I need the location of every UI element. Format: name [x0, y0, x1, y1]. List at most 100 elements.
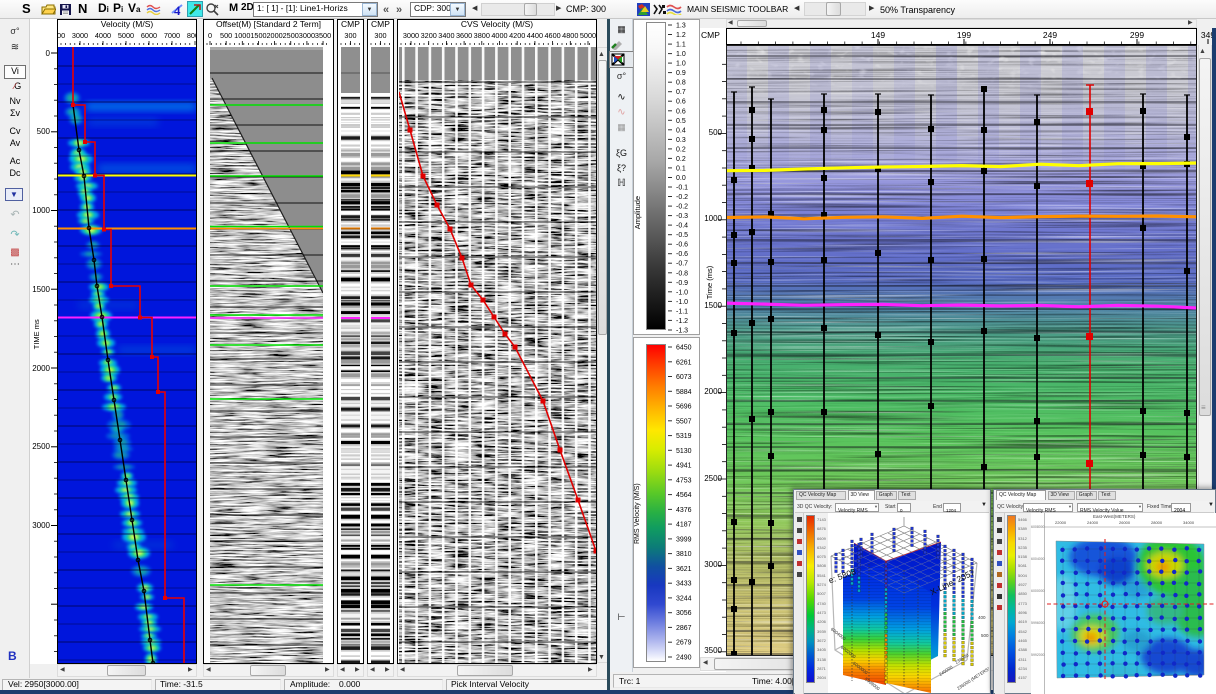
svg-text:5319: 5319 — [676, 433, 692, 440]
svg-text:4400: 4400 — [527, 31, 543, 40]
svg-text:5007: 5007 — [817, 591, 827, 596]
svg-text:5158: 5158 — [1018, 554, 1028, 559]
svg-text:4696: 4696 — [1018, 610, 1028, 615]
svg-text:1.0: 1.0 — [676, 51, 686, 58]
svg-text:2000: 2000 — [266, 31, 282, 40]
svg-text:4000: 4000 — [95, 31, 111, 40]
svg-text:-0.9: -0.9 — [676, 280, 688, 287]
svg-text:3939: 3939 — [817, 629, 827, 634]
svg-text:0.1: 0.1 — [676, 165, 686, 172]
svg-text:4619: 4619 — [1018, 619, 1028, 624]
svg-text:5274: 5274 — [817, 582, 827, 587]
svg-text:4564: 4564 — [676, 492, 692, 499]
svg-text:4311: 4311 — [1018, 657, 1027, 662]
svg-text:0.7: 0.7 — [676, 89, 686, 96]
svg-text:3433: 3433 — [676, 581, 692, 588]
svg-text:5312: 5312 — [1018, 536, 1028, 541]
svg-text:5808: 5808 — [817, 563, 827, 568]
svg-text:4388: 4388 — [1018, 647, 1028, 652]
svg-text:0.4: 0.4 — [676, 127, 686, 134]
svg-text:4465: 4465 — [1018, 638, 1028, 643]
svg-text:1000: 1000 — [234, 31, 250, 40]
svg-text:199: 199 — [957, 30, 971, 40]
svg-text:4600: 4600 — [544, 31, 560, 40]
svg-text:0.2: 0.2 — [676, 156, 686, 163]
svg-text:236000 (METERS): 236000 (METERS) — [956, 666, 989, 691]
svg-text:3600: 3600 — [456, 31, 472, 40]
svg-text:2867: 2867 — [676, 625, 692, 632]
svg-text:3000: 3000 — [299, 31, 315, 40]
svg-text:4234: 4234 — [1018, 666, 1028, 671]
svg-text:5696: 5696 — [676, 404, 692, 411]
svg-text:-1.2: -1.2 — [676, 318, 688, 325]
svg-text:6000: 6000 — [141, 31, 157, 40]
svg-text:0.2: 0.2 — [676, 146, 686, 153]
svg-text:2000: 2000 — [57, 31, 65, 40]
svg-text:1500: 1500 — [250, 31, 266, 40]
svg-text:3000: 3000 — [403, 31, 419, 40]
svg-text:2679: 2679 — [676, 640, 692, 647]
svg-text:-0.8: -0.8 — [676, 270, 688, 277]
svg-text:500: 500 — [981, 633, 989, 638]
svg-text:-0.6: -0.6 — [676, 251, 688, 258]
svg-text:4800: 4800 — [562, 31, 578, 40]
svg-text:-1.3: -1.3 — [676, 328, 688, 335]
svg-text:3672: 3672 — [817, 638, 827, 643]
svg-text:-0.3: -0.3 — [676, 213, 688, 220]
svg-text:1.2: 1.2 — [676, 32, 686, 39]
svg-text:5081: 5081 — [1018, 563, 1028, 568]
svg-text:4941: 4941 — [676, 463, 692, 470]
svg-text:6261: 6261 — [676, 359, 692, 366]
svg-text:6075: 6075 — [817, 554, 827, 559]
svg-text:4200: 4200 — [509, 31, 525, 40]
svg-text:5130: 5130 — [676, 448, 692, 455]
svg-text:300: 300 — [374, 31, 386, 40]
svg-text:0.6: 0.6 — [676, 99, 686, 106]
svg-text:-0.1: -0.1 — [676, 185, 688, 192]
svg-text:7000: 7000 — [164, 31, 180, 40]
svg-text:4157: 4157 — [1018, 675, 1028, 680]
svg-text:3810: 3810 — [676, 551, 692, 558]
svg-text:3500: 3500 — [315, 31, 331, 40]
svg-text:-1.1: -1.1 — [676, 308, 688, 315]
svg-text:5541: 5541 — [817, 573, 827, 578]
svg-text:4773: 4773 — [1018, 601, 1028, 606]
svg-text:1.0: 1.0 — [676, 61, 686, 68]
svg-text:2490: 2490 — [676, 655, 692, 662]
svg-text:4206: 4206 — [817, 619, 827, 624]
svg-text:0: 0 — [208, 31, 212, 40]
svg-text:6609: 6609 — [817, 536, 827, 541]
svg-text:4376: 4376 — [676, 507, 692, 514]
svg-text:400: 400 — [978, 615, 986, 620]
svg-text:6073: 6073 — [676, 374, 692, 381]
svg-text:299: 299 — [1130, 30, 1144, 40]
svg-text:0.5: 0.5 — [676, 118, 686, 125]
svg-text:-1.0: -1.0 — [676, 289, 688, 296]
svg-text:5389: 5389 — [1018, 526, 1028, 531]
svg-text:3244: 3244 — [676, 595, 692, 602]
svg-text:4: 4 — [174, 3, 181, 16]
svg-text:-0.5: -0.5 — [676, 232, 688, 239]
svg-text:4187: 4187 — [676, 522, 692, 529]
svg-text:8000: 8000 — [187, 31, 197, 40]
svg-text:-0.4: -0.4 — [676, 223, 688, 230]
svg-text:4473: 4473 — [817, 610, 827, 615]
svg-text:249: 249 — [1043, 30, 1057, 40]
svg-text:5235: 5235 — [1018, 545, 1028, 550]
svg-text:3400: 3400 — [438, 31, 454, 40]
svg-text:300: 300 — [344, 31, 356, 40]
svg-text:240000: 240000 — [938, 664, 954, 677]
svg-text:4927: 4927 — [1018, 582, 1028, 587]
svg-text:4542: 4542 — [1018, 629, 1028, 634]
svg-text:1.1: 1.1 — [676, 42, 686, 49]
svg-text:3138: 3138 — [817, 657, 827, 662]
svg-text:3999: 3999 — [676, 536, 692, 543]
svg-text:0.8: 0.8 — [676, 80, 686, 87]
svg-text:3405: 3405 — [817, 647, 827, 652]
svg-text:5004: 5004 — [1018, 573, 1028, 578]
svg-text:-0.2: -0.2 — [676, 204, 688, 211]
svg-text:5466: 5466 — [1018, 517, 1028, 522]
svg-text:-0.2: -0.2 — [676, 194, 688, 201]
svg-text:0.0: 0.0 — [676, 175, 686, 182]
svg-text:4000: 4000 — [491, 31, 507, 40]
